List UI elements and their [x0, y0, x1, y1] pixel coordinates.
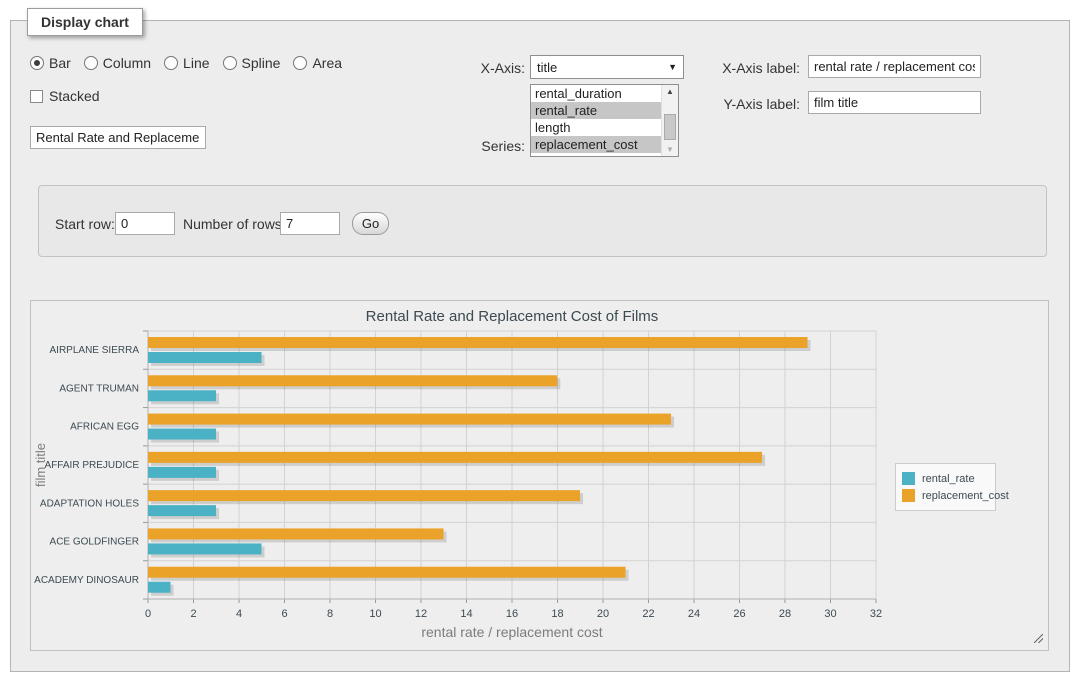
radio-column[interactable]: Column [84, 55, 151, 71]
radio-bar-icon[interactable] [30, 56, 44, 70]
x-tick-label: 14 [460, 608, 472, 620]
bar-replacement_cost [148, 528, 444, 539]
x-tick-label: 10 [369, 608, 381, 620]
bar-rental_rate [148, 543, 262, 554]
legend-item-rental-rate: rental_rate [902, 471, 989, 486]
x-tick-label: 6 [281, 608, 287, 620]
go-button[interactable]: Go [352, 212, 389, 235]
listbox-scrollbar[interactable]: ▲ ▼ [661, 85, 678, 156]
x-tick-label: 8 [327, 608, 333, 620]
bar-replacement_cost [148, 414, 671, 425]
radio-column-icon[interactable] [84, 56, 98, 70]
start-row-input[interactable] [115, 212, 175, 235]
scroll-down-icon[interactable]: ▼ [662, 145, 678, 154]
bar-rental_rate [148, 467, 216, 478]
x-tick-label: 22 [642, 608, 654, 620]
bar-replacement_cost [148, 452, 762, 463]
bar-rental_rate [148, 352, 262, 363]
start-row-label: Start row: [55, 216, 115, 232]
resize-grip[interactable] [1034, 634, 1043, 643]
radio-area-icon[interactable] [293, 56, 307, 70]
series-option-2[interactable]: length [531, 119, 661, 136]
category-label: AFFAIR PREJUDICE [45, 460, 140, 471]
x-tick-label: 16 [506, 608, 518, 620]
x-tick-label: 4 [236, 608, 242, 620]
category-label: ADAPTATION HOLES [40, 498, 139, 509]
x-tick-label: 0 [145, 608, 151, 620]
fieldset-legend-tab: Display chart [27, 8, 143, 36]
x-tick-label: 30 [824, 608, 836, 620]
bar-rental_rate [148, 390, 216, 401]
legend-swatch-replacement-cost [902, 489, 915, 502]
bar-rental_rate [148, 505, 216, 516]
stacked-label: Stacked [49, 88, 100, 104]
bar-replacement_cost [148, 567, 626, 578]
radio-bar[interactable]: Bar [30, 55, 71, 71]
radio-line-icon[interactable] [164, 56, 178, 70]
y-axis-label-label: Y-Axis label: [690, 96, 800, 112]
x-tick-label: 18 [551, 608, 563, 620]
chart-panel: 02468101214161820222426283032AIRPLANE SI… [30, 300, 1049, 651]
x-tick-label: 32 [870, 608, 882, 620]
series-option-3[interactable]: replacement_cost [531, 136, 661, 153]
chevron-down-icon: ▼ [668, 62, 677, 72]
category-label: AFRICAN EGG [70, 422, 139, 433]
radio-line[interactable]: Line [164, 55, 209, 71]
chart-legend: rental_rate replacement_cost [895, 463, 996, 511]
x-axis-select-label: X-Axis: [425, 60, 525, 76]
x-tick-label: 28 [779, 608, 791, 620]
bar-replacement_cost [148, 490, 580, 501]
bar-rental_rate [148, 429, 216, 440]
legend-item-replacement-cost: replacement_cost [902, 488, 989, 503]
radio-spline-icon[interactable] [223, 56, 237, 70]
stacked-checkbox[interactable] [30, 90, 43, 103]
x-axis-label-input[interactable] [808, 55, 981, 78]
chart-title: Rental Rate and Replacement Cost of Film… [366, 308, 659, 325]
number-of-rows-label: Number of rows: [183, 216, 286, 232]
bar-replacement_cost [148, 375, 557, 386]
scrollbar-thumb[interactable] [664, 114, 676, 140]
series-option-0[interactable]: rental_duration [531, 85, 661, 102]
number-of-rows-input[interactable] [280, 212, 340, 235]
bar-replacement_cost [148, 337, 808, 348]
y-axis-label-input[interactable] [808, 91, 981, 114]
stacked-checkbox-row[interactable]: Stacked [30, 88, 100, 104]
legend-swatch-rental-rate [902, 472, 915, 485]
x-tick-label: 12 [415, 608, 427, 620]
bar-rental_rate [148, 582, 171, 593]
x-axis-select-value: title [537, 60, 557, 75]
category-label: ACADEMY DINOSAUR [34, 575, 139, 586]
x-tick-label: 24 [688, 608, 700, 620]
x-tick-label: 20 [597, 608, 609, 620]
chart-type-radio-group: Bar Column Line Spline Area [30, 55, 342, 71]
scroll-up-icon[interactable]: ▲ [662, 87, 678, 96]
x-axis-select[interactable]: title ▼ [530, 55, 684, 79]
x-axis-label-label: X-Axis label: [690, 60, 800, 76]
series-option-1[interactable]: rental_rate [531, 102, 661, 119]
category-label: ACE GOLDFINGER [50, 537, 139, 548]
x-tick-label: 2 [190, 608, 196, 620]
category-label: AIRPLANE SIERRA [50, 345, 140, 356]
radio-spline[interactable]: Spline [223, 55, 281, 71]
x-axis-title: rental rate / replacement cost [421, 624, 602, 640]
x-tick-label: 26 [733, 608, 745, 620]
chart-title-input[interactable] [30, 126, 206, 149]
category-label: AGENT TRUMAN [59, 383, 139, 394]
radio-area[interactable]: Area [293, 55, 342, 71]
y-axis-title: film title [33, 443, 48, 487]
series-listbox[interactable]: rental_duration rental_rate length repla… [530, 84, 679, 157]
series-listbox-label: Series: [425, 138, 525, 154]
